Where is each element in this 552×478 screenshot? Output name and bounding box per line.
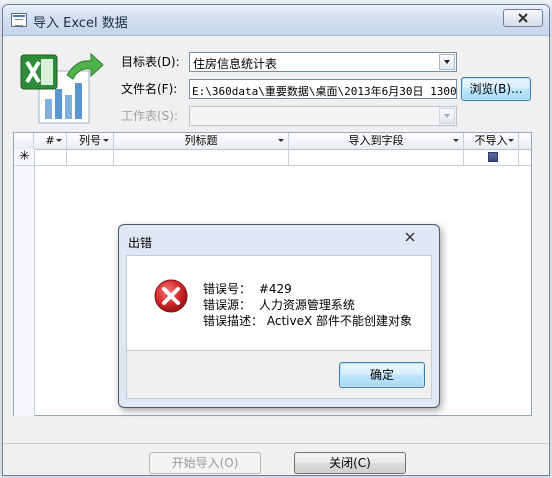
error-source-line: 错误源： 人力资源管理系统 — [203, 296, 355, 313]
excel-import-icon — [20, 52, 104, 124]
browse-button[interactable]: 浏览(B)... — [461, 77, 531, 101]
dialog-footer: 确定 — [126, 351, 432, 399]
target-table-select[interactable]: 住房信息统计表 — [189, 52, 457, 72]
error-number-value: #429 — [258, 282, 292, 296]
error-description-label: 错误描述： — [203, 314, 264, 328]
file-name-input[interactable]: E:\360data\重要数据\桌面\2013年6月30日 1300 — [189, 79, 457, 99]
close-icon — [518, 13, 528, 23]
target-table-label: 目标表(D): — [121, 55, 180, 69]
dialog-body: 错误号： #429 错误源： 人力资源管理系统 错误描述： ActiveX 部件… — [126, 255, 432, 351]
window-close-button[interactable] — [503, 9, 543, 27]
worksheet-select[interactable] — [189, 106, 457, 126]
file-name-label: 文件名(F): — [121, 82, 178, 96]
error-source-value: 人力资源管理系统 — [258, 298, 355, 312]
app-icon — [11, 13, 27, 27]
column-header-title[interactable]: 列标题 — [114, 133, 289, 149]
dropdown-arrow-icon[interactable] — [508, 139, 514, 142]
dropdown-arrow-icon[interactable] — [56, 139, 62, 142]
ok-button[interactable]: 确定 — [339, 362, 425, 388]
cell-col-number[interactable] — [67, 149, 114, 165]
window-title: 导入 Excel 数据 — [33, 16, 128, 31]
error-number-line: 错误号： #429 — [203, 280, 292, 297]
table-row[interactable] — [14, 149, 531, 166]
column-header-skip[interactable]: 不导入 — [464, 133, 519, 149]
column-header-label: 导入到字段 — [348, 134, 404, 147]
row-selector-column — [14, 149, 35, 416]
error-number-label: 错误号： — [203, 282, 252, 296]
cell-target-field[interactable] — [289, 149, 464, 165]
window-titlebar[interactable]: 导入 Excel 数据 — [3, 5, 549, 36]
config-panel: 目标表(D): 住房信息统计表 文件名(F): E:\360data\重要数据\… — [11, 39, 541, 127]
column-header-label: # — [45, 134, 55, 147]
column-header-label: 不导入 — [474, 134, 508, 147]
column-header-label: 列标题 — [184, 134, 218, 147]
error-icon — [154, 279, 188, 313]
column-header-target-field[interactable]: 导入到字段 — [289, 133, 464, 149]
dropdown-arrow-icon[interactable] — [439, 108, 455, 124]
column-header-index[interactable]: # — [34, 133, 67, 149]
row-selector-header — [14, 133, 34, 149]
file-name-value: E:\360data\重要数据\桌面\2013年6月30日 1300 — [192, 85, 457, 98]
bottom-button-bar: 开始导入(O) 关闭(C) — [3, 443, 549, 475]
close-button[interactable]: 关闭(C) — [294, 452, 406, 474]
dropdown-arrow-icon[interactable] — [278, 139, 284, 142]
cell-index[interactable] — [34, 149, 67, 165]
close-icon[interactable] — [403, 230, 417, 244]
error-description-line: 错误描述： ActiveX 部件不能创建对象 — [203, 312, 412, 329]
cell-title[interactable] — [114, 149, 289, 165]
error-dialog: 出错 错误号： #429 错误源： 人力资源管理系统 错误描述： ActiveX… — [118, 224, 440, 408]
worksheet-label: 工作表(S): — [121, 109, 179, 123]
start-import-button[interactable]: 开始导入(O) — [149, 452, 261, 474]
skip-import-checkbox[interactable] — [488, 152, 498, 162]
target-table-value: 住房信息统计表 — [193, 57, 278, 71]
dialog-title: 出错 — [128, 236, 153, 250]
error-source-label: 错误源： — [203, 298, 252, 312]
grid-header: # 列号 列标题 导入到字段 不导入 — [14, 133, 531, 150]
column-header-label: 列号 — [79, 134, 101, 147]
column-header-col-number[interactable]: 列号 — [67, 133, 114, 149]
error-description-value: ActiveX 部件不能创建对象 — [266, 314, 412, 328]
dropdown-arrow-icon[interactable] — [439, 54, 455, 70]
dropdown-arrow-icon[interactable] — [453, 139, 459, 142]
dropdown-arrow-icon[interactable] — [103, 139, 109, 142]
